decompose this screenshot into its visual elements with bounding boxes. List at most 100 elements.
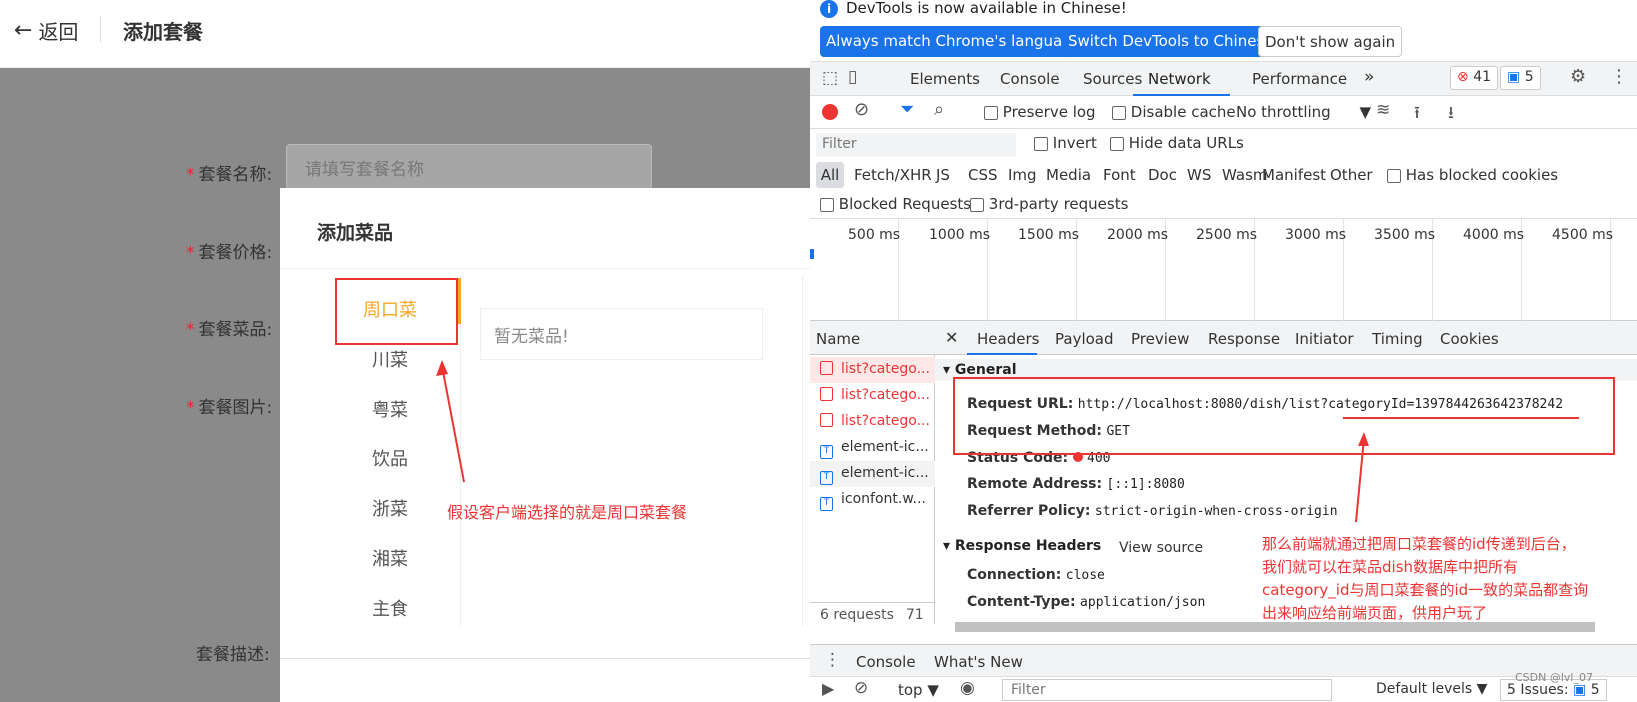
message-icon: ▣: [1507, 69, 1521, 85]
category-item[interactable]: 饮品: [340, 445, 440, 471]
tab-headers[interactable]: Headers: [977, 330, 1039, 348]
inspect-icon[interactable]: ⬚: [822, 68, 838, 88]
devtools-panel: i DevTools is now available in Chinese! …: [810, 0, 1637, 702]
type-all[interactable]: All: [816, 162, 844, 188]
context-select[interactable]: top ▼: [898, 681, 939, 699]
request-row[interactable]: Ticonfont.w...: [810, 487, 935, 513]
tab-elements[interactable]: Elements: [910, 70, 980, 88]
tab-response[interactable]: Response: [1208, 330, 1280, 348]
dont-show-button[interactable]: Don't show again: [1258, 26, 1403, 57]
url-highlight-box: [953, 377, 1615, 455]
record-icon[interactable]: [822, 104, 838, 120]
type-other[interactable]: Other: [1330, 166, 1373, 184]
setmeal-name-input[interactable]: 请填写套餐名称: [286, 144, 652, 190]
match-language-button[interactable]: Always match Chrome's language: [820, 26, 1087, 57]
kebab-menu-icon[interactable]: ⋮: [1610, 66, 1628, 87]
invert-checkbox[interactable]: Invert: [1034, 134, 1097, 152]
network-conditions-icon[interactable]: ≋: [1376, 100, 1390, 120]
back-button[interactable]: ← 返回: [14, 16, 78, 45]
network-timeline: 500 ms 1000 ms 1500 ms 2000 ms 2500 ms 3…: [810, 219, 1637, 321]
type-font[interactable]: Font: [1103, 166, 1136, 184]
tab-console[interactable]: Console: [1000, 70, 1060, 88]
category-item[interactable]: 浙菜: [340, 495, 440, 521]
annotation-text: 假设客户端选择的就是周口菜套餐: [447, 503, 688, 522]
hide-data-urls-checkbox[interactable]: Hide data URLs: [1110, 134, 1244, 152]
download-icon[interactable]: ⭳: [1448, 100, 1454, 129]
search-icon[interactable]: ⌕: [934, 99, 944, 120]
error-badge[interactable]: ⊗ 41: [1450, 66, 1499, 90]
tab-timing[interactable]: Timing: [1372, 330, 1423, 348]
request-row[interactable]: list?catego...: [810, 357, 935, 383]
category-item[interactable]: 湘菜: [340, 545, 440, 571]
type-img[interactable]: Img: [1008, 166, 1037, 184]
tab-network[interactable]: Network: [1148, 70, 1211, 88]
back-arrow-icon: ←: [14, 18, 33, 43]
type-doc[interactable]: Doc: [1148, 166, 1177, 184]
info-icon: i: [820, 0, 838, 18]
type-css[interactable]: CSS: [968, 166, 998, 184]
request-summary: 6 requests 71: [810, 602, 935, 628]
blocked-requests-checkbox[interactable]: Blocked Requests: [820, 195, 971, 213]
has-blocked-cookies-checkbox[interactable]: Has blocked cookies: [1387, 166, 1558, 184]
type-wasm[interactable]: Wasm: [1222, 166, 1268, 184]
console-filter-input[interactable]: Filter: [1002, 679, 1332, 701]
drawer-tab-whats-new[interactable]: What's New: [934, 653, 1023, 671]
close-icon[interactable]: ✕: [945, 328, 958, 347]
view-source-link[interactable]: View source: [1119, 540, 1203, 556]
timeline-tick: 3500 ms: [1374, 227, 1436, 243]
tab-initiator[interactable]: Initiator: [1295, 330, 1354, 348]
content-type-row: Content-Type: application/json: [967, 594, 1206, 610]
annotation-arrow: [436, 360, 465, 483]
type-media[interactable]: Media: [1046, 166, 1091, 184]
response-headers-section[interactable]: ▾ Response Headers: [943, 538, 1101, 554]
category-item[interactable]: 粤菜: [340, 396, 440, 422]
eye-icon[interactable]: ◉: [960, 678, 975, 698]
type-ws[interactable]: WS: [1187, 166, 1211, 184]
upload-icon[interactable]: ⭱: [1414, 100, 1420, 129]
timeline-tick: 1000 ms: [929, 227, 991, 243]
tab-cookies[interactable]: Cookies: [1440, 330, 1499, 348]
throttling-select[interactable]: No throttling ▼: [1236, 103, 1371, 121]
tab-performance[interactable]: Performance: [1252, 70, 1347, 88]
disable-cache-checkbox[interactable]: Disable cache: [1112, 103, 1236, 121]
filter-input[interactable]: Filter: [816, 133, 1016, 157]
clear-icon[interactable]: ⊘: [854, 99, 869, 120]
desc-label: 套餐描述:: [196, 645, 270, 665]
sidebar-toggle-icon[interactable]: ▶: [822, 679, 834, 698]
preserve-log-checkbox[interactable]: Preserve log: [984, 103, 1096, 121]
general-section[interactable]: ▾ General: [943, 362, 1017, 378]
name-header[interactable]: Name: [810, 321, 935, 355]
error-icon: ⊗: [1457, 69, 1469, 85]
type-fetch[interactable]: Fetch/XHR: [854, 166, 932, 184]
request-row[interactable]: Telement-ic...: [810, 461, 935, 487]
price-label: * 套餐价格:: [186, 243, 273, 263]
request-row[interactable]: list?catego...: [810, 383, 935, 409]
annotation-text: 那么前端就通过把周口菜套餐的id传递到后台， 我们就可以在菜品dish数据库中把…: [1262, 535, 1589, 622]
id-underline: [1343, 417, 1579, 419]
clear-console-icon[interactable]: ⊘: [854, 678, 868, 698]
tab-sources[interactable]: Sources: [1083, 70, 1142, 88]
timeline-tick: 1500 ms: [1018, 227, 1080, 243]
request-row[interactable]: list?catego...: [810, 409, 935, 435]
third-party-checkbox[interactable]: 3rd-party requests: [970, 195, 1128, 213]
device-toggle-icon[interactable]: ▯: [848, 67, 857, 87]
active-detail-underline: [967, 353, 1037, 355]
more-tabs-icon[interactable]: »: [1364, 67, 1374, 87]
request-row[interactable]: Telement-ic...: [810, 435, 935, 461]
type-js[interactable]: JS: [936, 166, 950, 184]
filter-icon[interactable]: ⏷: [900, 99, 914, 120]
message-badge[interactable]: ▣ 5: [1500, 66, 1541, 90]
gear-icon[interactable]: ⚙: [1570, 66, 1586, 87]
tab-payload[interactable]: Payload: [1055, 330, 1114, 348]
network-toolbar: ⊘ ⏷ ⌕ Preserve log Disable cache No thro…: [810, 96, 1637, 129]
type-manifest[interactable]: Manifest: [1262, 166, 1326, 184]
category-item[interactable]: 主食: [340, 595, 440, 621]
dialog-title: 添加菜品: [317, 222, 394, 244]
language-infobar: i DevTools is now available in Chinese! …: [810, 0, 1637, 62]
levels-select[interactable]: Default levels ▼: [1376, 681, 1487, 697]
resource-types: All Fetch/XHR JS CSS Img Media Font Doc …: [810, 159, 1637, 189]
drawer-menu-icon[interactable]: ⋮: [824, 650, 841, 670]
tab-preview[interactable]: Preview: [1131, 330, 1189, 348]
category-item[interactable]: 川菜: [340, 346, 440, 372]
switch-chinese-button[interactable]: Switch DevTools to Chinese: [1062, 26, 1280, 57]
